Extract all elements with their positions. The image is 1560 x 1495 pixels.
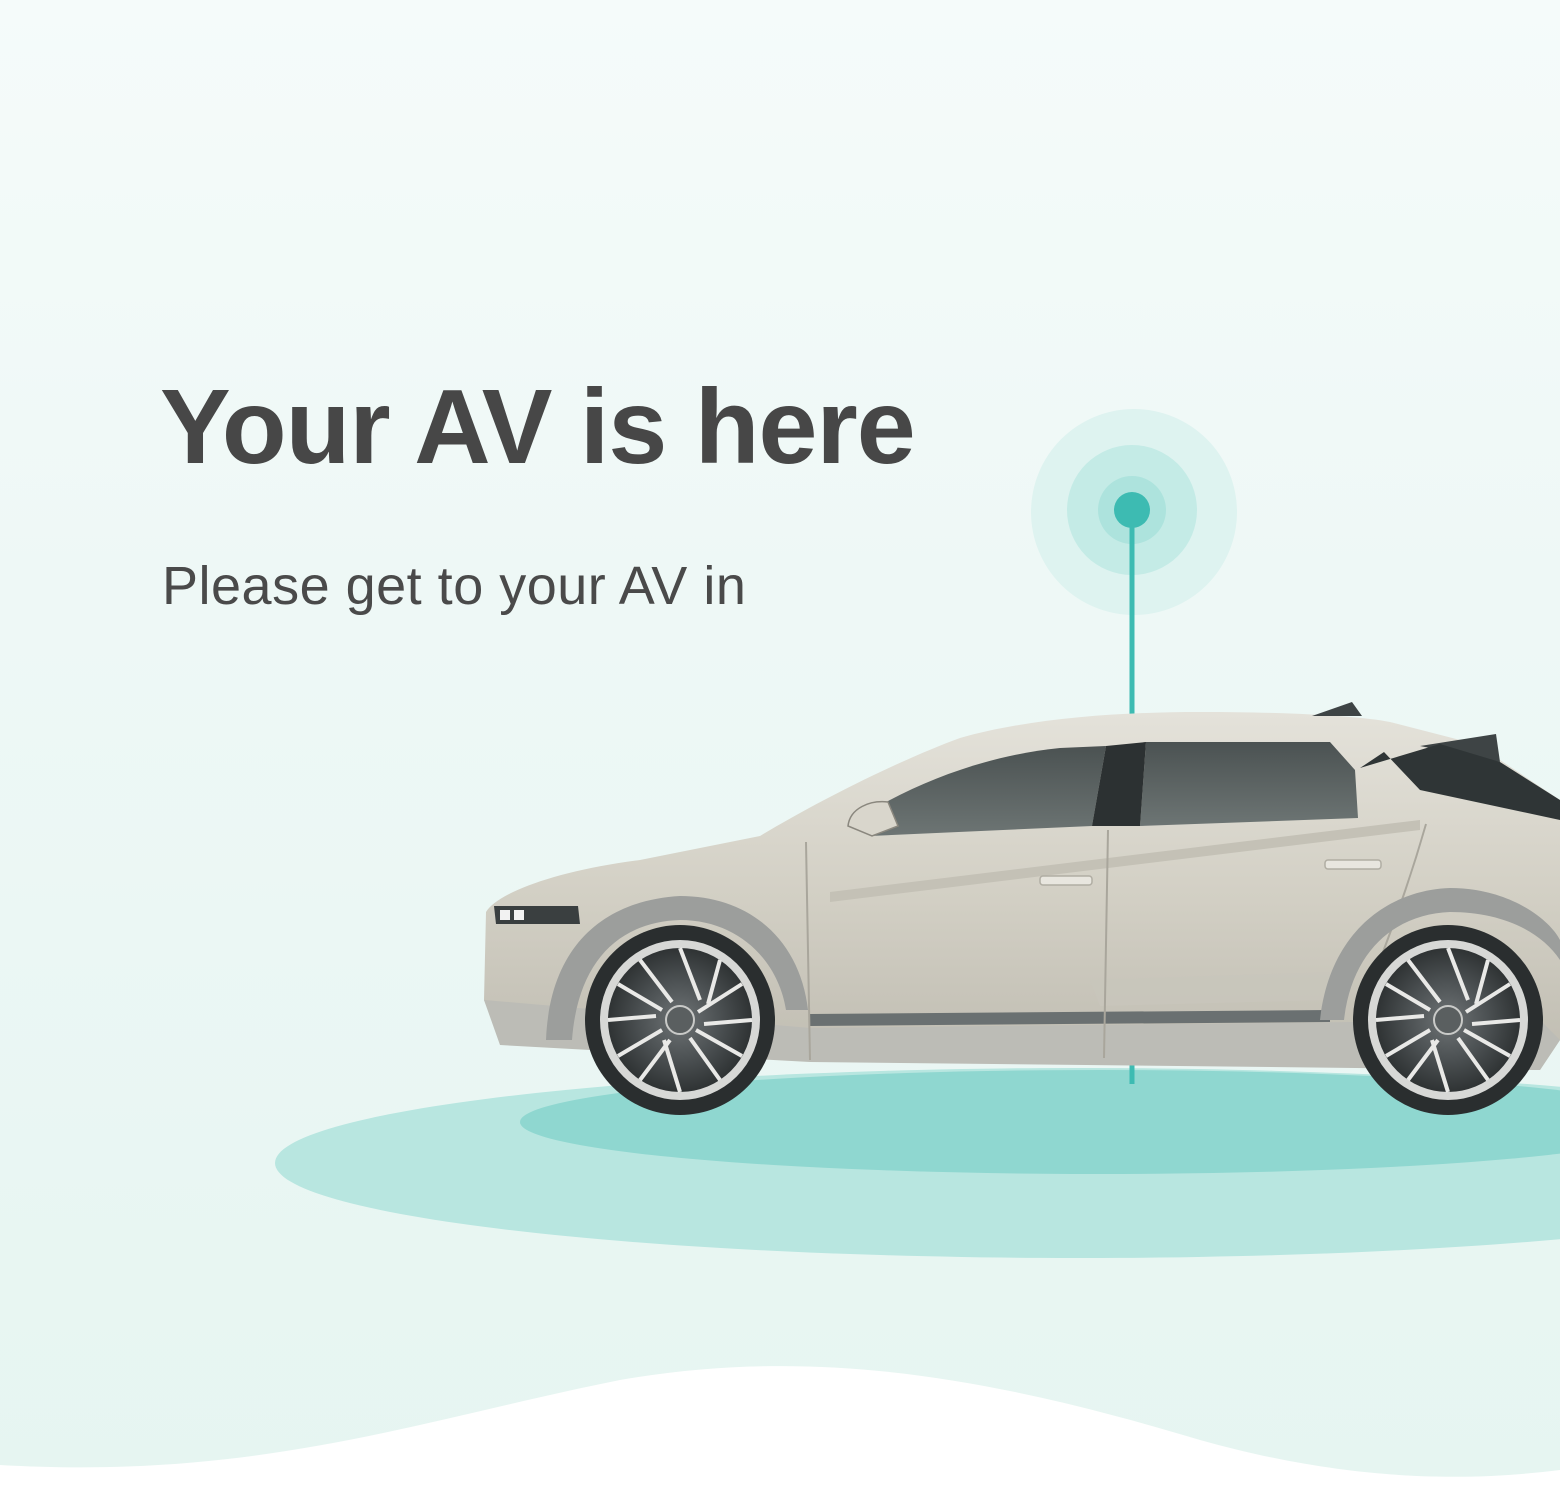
- front-wheel: [585, 925, 775, 1115]
- arrival-instructions: Please get to your AV in: [162, 548, 762, 624]
- page-title: Your AV is here: [160, 368, 916, 486]
- car-illustration: [484, 702, 1560, 1115]
- arrival-instructions-text: Please get to your AV in: [162, 556, 747, 616]
- rear-wheel: [1353, 925, 1543, 1115]
- bottom-wave: [0, 1366, 1560, 1495]
- scene-illustration: [0, 409, 1560, 1495]
- av-arrival-screen: Your AV is here Please get to your AV in: [0, 0, 1560, 1495]
